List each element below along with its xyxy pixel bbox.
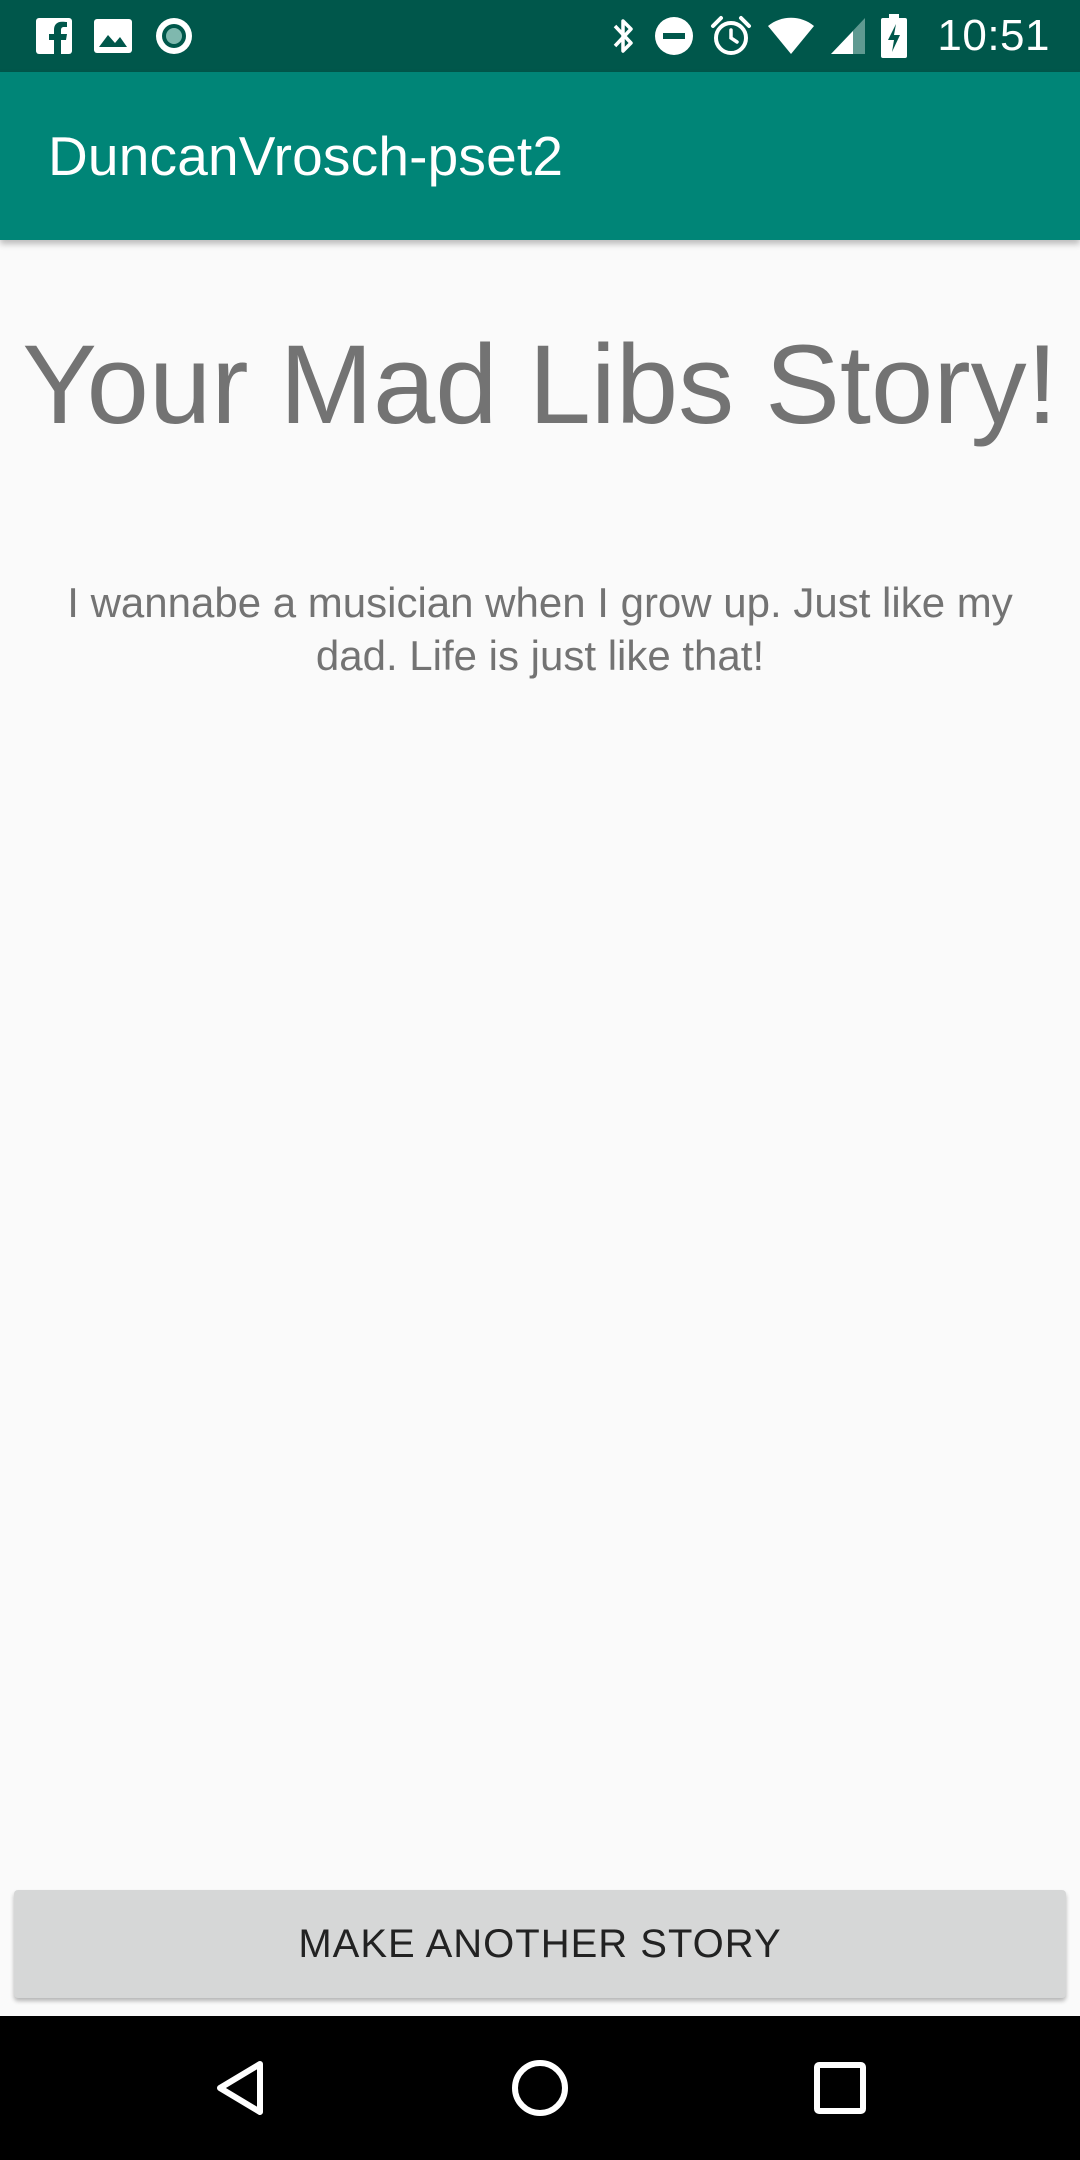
recents-icon: [814, 2062, 866, 2114]
navigation-bar: [0, 2016, 1080, 2160]
status-system-icons: 10:51: [609, 11, 1050, 60]
circle-app-icon: [156, 18, 192, 54]
gallery-icon: [94, 19, 132, 53]
back-icon: [217, 2061, 263, 2115]
nav-back-button[interactable]: [190, 2038, 290, 2138]
alarm-icon: [711, 16, 752, 55]
main-content: Your Mad Libs Story! I wannabe a musicia…: [0, 240, 1080, 2014]
bluetooth-icon: [614, 19, 634, 53]
nav-recents-button[interactable]: [790, 2038, 890, 2138]
make-another-story-button[interactable]: MAKE ANOTHER STORY: [14, 1890, 1066, 1998]
story-heading: Your Mad Libs Story!: [22, 322, 1058, 447]
battery-charging-icon: [881, 14, 908, 58]
app-title: DuncanVrosch-pset2: [48, 125, 564, 187]
facebook-icon: [36, 18, 72, 54]
status-clock: 10:51: [937, 11, 1050, 60]
story-text: I wannabe a musician when I grow up. Jus…: [67, 579, 1013, 679]
home-icon: [512, 2060, 568, 2116]
app-bar: DuncanVrosch-pset2: [0, 72, 1080, 240]
cell-signal-icon: [831, 18, 866, 54]
nav-home-button[interactable]: [490, 2038, 590, 2138]
status-notifications: [36, 18, 194, 54]
screen: 10:51 DuncanVrosch-pset2 Your Mad Libs S…: [0, 0, 1080, 2160]
status-bar: 10:51: [0, 0, 1080, 72]
do-not-disturb-icon: [655, 17, 694, 55]
wifi-icon: [768, 17, 815, 54]
